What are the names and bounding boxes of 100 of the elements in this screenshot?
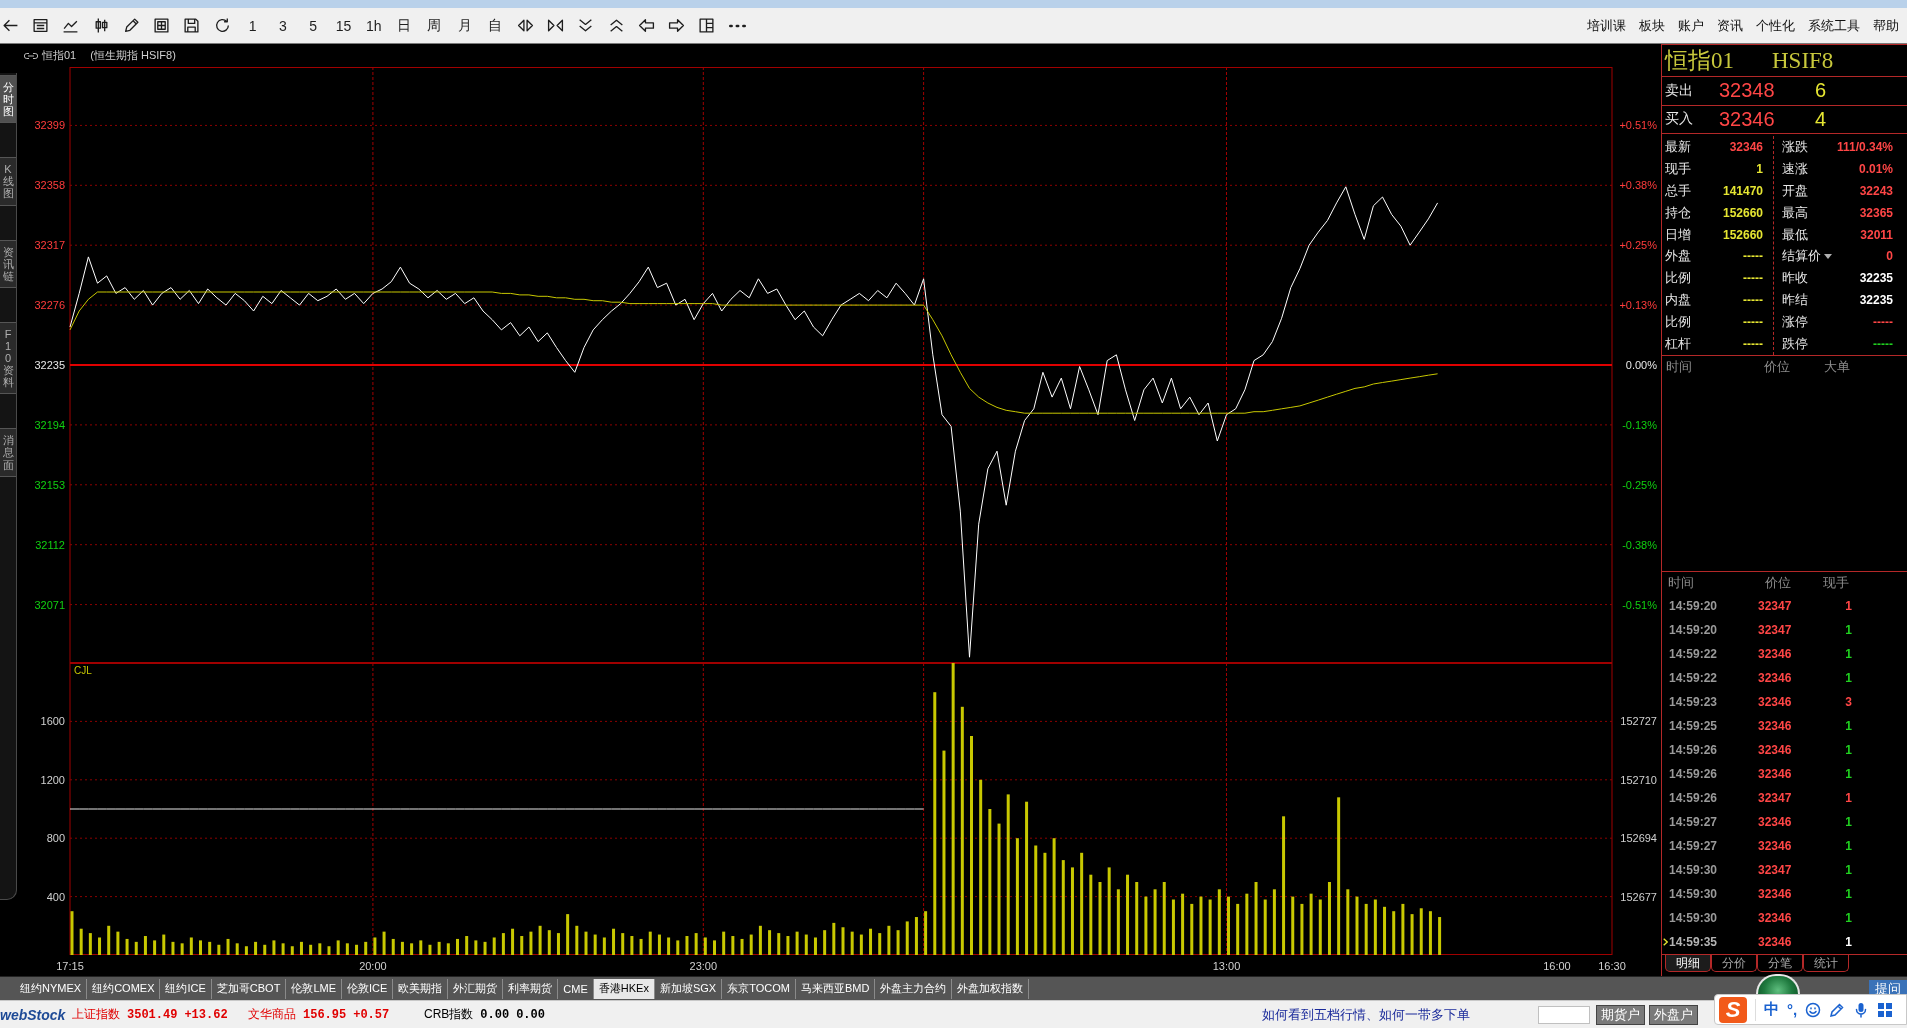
volume-bar: [79, 928, 83, 955]
time-axis-label: 16:30: [1598, 960, 1626, 972]
expand-arrows-icon[interactable]: [516, 17, 534, 34]
volume-bar: [575, 925, 579, 955]
volume-bar: [511, 928, 515, 955]
market-tab[interactable]: 外汇期货: [448, 978, 504, 999]
volume-bar: [1419, 908, 1423, 955]
list-icon[interactable]: [31, 17, 49, 34]
period-button[interactable]: 1h: [365, 17, 382, 34]
help-link[interactable]: 如何看到五档行情、如何一带多下单: [1262, 1005, 1470, 1024]
market-tab[interactable]: 外盘主力合约: [875, 978, 953, 999]
smiley-icon[interactable]: [1805, 1001, 1822, 1018]
stat-value: 32011: [1860, 227, 1893, 242]
input-field[interactable]: [1538, 1005, 1590, 1024]
volume-bar: [1428, 911, 1432, 955]
punctuation-toggle[interactable]: °,: [1787, 1001, 1798, 1018]
axis-label: +0.51%: [1619, 119, 1657, 132]
menu-item[interactable]: 个性化: [1756, 16, 1795, 35]
back-arrow-icon[interactable]: [1, 17, 19, 34]
market-tab[interactable]: 香港HKEx: [593, 978, 655, 999]
stat-label: 比例: [1665, 313, 1691, 332]
time-axis-label: 16:00: [1543, 960, 1571, 972]
volume-bar: [1227, 896, 1230, 955]
period-button[interactable]: 周: [427, 16, 442, 35]
refresh-icon[interactable]: [213, 17, 231, 34]
market-tab[interactable]: 外盘加权指数: [952, 978, 1030, 999]
market-tab[interactable]: 芝加哥CBOT: [211, 978, 287, 999]
market-tab[interactable]: 伦敦ICE: [342, 978, 394, 999]
input-mode-toggle[interactable]: 中: [1764, 1000, 1779, 1019]
menu-item[interactable]: 账户: [1678, 16, 1704, 35]
market-tab[interactable]: 纽约COMEX: [87, 978, 161, 999]
volume-bar: [162, 934, 166, 955]
volume-bar: [1355, 896, 1359, 955]
caret-down-icon[interactable]: [1824, 254, 1832, 259]
double-chevron-up-icon[interactable]: [607, 17, 625, 34]
side-tab[interactable]: 消息面: [0, 428, 16, 477]
volume-bar: [841, 927, 845, 955]
period-button[interactable]: 3: [278, 17, 287, 34]
chart-title: CJL: [74, 665, 92, 676]
contract-code: HSIF8: [1772, 47, 1834, 74]
grid-icon[interactable]: [1877, 1001, 1894, 1018]
double-chevron-down-icon[interactable]: [577, 17, 595, 34]
chart-contract-name: (恒生期指 HSIF8): [90, 48, 176, 63]
market-tab[interactable]: 东京TOCOM: [722, 978, 796, 999]
account-button[interactable]: 期货户: [1596, 1004, 1645, 1025]
side-tab[interactable]: F10资料: [0, 321, 16, 395]
side-tab[interactable]: K线图: [0, 157, 16, 206]
menu-item[interactable]: 帮助: [1873, 16, 1899, 35]
period-button[interactable]: 5: [309, 17, 317, 34]
save-icon[interactable]: [183, 17, 201, 34]
period-button[interactable]: 自: [487, 16, 502, 35]
volume-bar: [896, 930, 900, 955]
volume-bar: [758, 925, 762, 955]
left-arrow-icon[interactable]: [637, 17, 655, 34]
menu-item[interactable]: 资讯: [1717, 16, 1743, 35]
axis-label: 32071: [34, 598, 65, 611]
volume-bar: [887, 925, 891, 955]
grid-box-icon[interactable]: [153, 17, 171, 34]
detail-tab[interactable]: 分笔: [1757, 955, 1803, 972]
detail-tab[interactable]: 统计: [1803, 955, 1849, 972]
time-axis-label: 13:00: [1212, 960, 1241, 972]
market-tab[interactable]: 欧美期指: [393, 978, 449, 999]
menu-item[interactable]: 培训课: [1587, 16, 1626, 35]
market-tab[interactable]: 伦敦LME: [286, 978, 342, 999]
market-tab[interactable]: 纽约ICE: [160, 978, 212, 999]
market-tab[interactable]: 马来西亚BMD: [795, 978, 876, 999]
period-button[interactable]: 月: [457, 16, 472, 35]
layout-icon[interactable]: [698, 17, 716, 34]
side-tab[interactable]: 资讯链: [0, 239, 16, 288]
order-book-label: 卖出: [1665, 81, 1694, 100]
account-button[interactable]: 外盘户: [1649, 1004, 1698, 1025]
side-tab[interactable]: 分时图: [0, 75, 16, 124]
axis-label: 152677: [1620, 890, 1657, 903]
volume-bar: [226, 938, 230, 955]
stat-label: 涨跌: [1782, 137, 1808, 156]
detail-tab[interactable]: 明细: [1665, 955, 1711, 972]
tick-volume: 1: [1844, 671, 1852, 685]
market-tab[interactable]: CME: [558, 978, 594, 999]
right-arrow-icon[interactable]: [668, 17, 686, 34]
tick-time: 14:59:27: [1669, 815, 1719, 829]
collapse-arrows-icon[interactable]: [547, 17, 564, 34]
more-icon[interactable]: [728, 23, 746, 28]
volume-bar: [235, 943, 239, 955]
pen-icon[interactable]: [122, 17, 140, 34]
menu-item[interactable]: 板块: [1639, 16, 1665, 35]
period-button[interactable]: 15: [335, 17, 352, 34]
index-value: 3501.49: [127, 1007, 178, 1022]
axis-label: 0.00%: [1625, 359, 1657, 371]
menu-item[interactable]: 系统工具: [1808, 16, 1860, 35]
market-tab[interactable]: 纽约NYMEX: [15, 978, 88, 999]
market-tab[interactable]: 新加坡SGX: [654, 978, 723, 999]
volume-bar: [272, 940, 276, 955]
period-button[interactable]: 1: [248, 17, 257, 34]
period-button[interactable]: 日: [397, 16, 411, 35]
tick-price: 32346: [1758, 719, 1793, 733]
stat-value: 152660: [1722, 205, 1763, 220]
detail-tab[interactable]: 分价: [1711, 955, 1757, 972]
volume-bar: [437, 941, 441, 955]
volume-bar: [685, 936, 689, 955]
market-tab[interactable]: 利率期货: [503, 978, 559, 999]
